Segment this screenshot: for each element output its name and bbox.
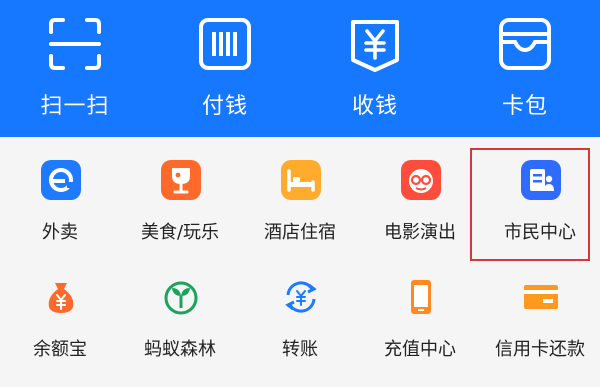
service-label: 蚂蚁森林: [144, 339, 216, 360]
food-delivery-icon: [41, 160, 81, 200]
sprout-icon: [161, 277, 201, 317]
service-transfer[interactable]: 转账: [240, 277, 360, 387]
service-label: 电影演出: [384, 222, 456, 243]
credit-card-icon: [521, 277, 561, 317]
service-ant-forest[interactable]: 蚂蚁森林: [120, 277, 240, 387]
phone-icon: [401, 277, 441, 317]
receive-money-icon: [347, 16, 403, 72]
service-credit-card[interactable]: 信用卡还款: [480, 277, 600, 387]
service-label: 充值中心: [384, 339, 456, 360]
card-wallet-icon: [497, 16, 553, 72]
service-yuebao[interactable]: 余额宝: [0, 277, 120, 387]
service-food-delivery[interactable]: 外卖: [0, 160, 120, 270]
pay-button[interactable]: 付钱: [150, 0, 300, 137]
service-label: 转账: [282, 339, 318, 360]
money-bag-icon: [41, 277, 81, 317]
wine-glass-icon: [161, 160, 201, 200]
service-recharge[interactable]: 充值中心: [360, 277, 480, 387]
scan-button[interactable]: 扫一扫: [0, 0, 150, 137]
transfer-icon: [281, 277, 321, 317]
top-action-bar: 扫一扫 付钱 收钱 卡包: [0, 0, 600, 137]
service-label: 信用卡还款: [495, 339, 585, 360]
service-label: 美食/玩乐: [140, 222, 220, 243]
receive-label: 收钱: [351, 94, 398, 119]
card-wallet-button[interactable]: 卡包: [450, 0, 600, 137]
service-hotel[interactable]: 酒店住宿: [240, 160, 360, 270]
service-label: 余额宝: [33, 339, 87, 360]
service-label: 酒店住宿: [264, 222, 336, 243]
service-food-fun[interactable]: 美食/玩乐: [120, 160, 240, 270]
service-movie[interactable]: 电影演出: [360, 160, 480, 270]
highlight-box: [470, 148, 590, 261]
scan-label: 扫一扫: [40, 94, 110, 119]
receive-button[interactable]: 收钱: [300, 0, 450, 137]
scan-icon: [47, 16, 103, 72]
card-wallet-label: 卡包: [501, 94, 548, 119]
pay-code-icon: [197, 16, 253, 72]
service-label: 外卖: [42, 222, 78, 243]
pay-label: 付钱: [201, 94, 248, 119]
hotel-bed-icon: [281, 160, 321, 200]
movie-glasses-icon: [401, 160, 441, 200]
